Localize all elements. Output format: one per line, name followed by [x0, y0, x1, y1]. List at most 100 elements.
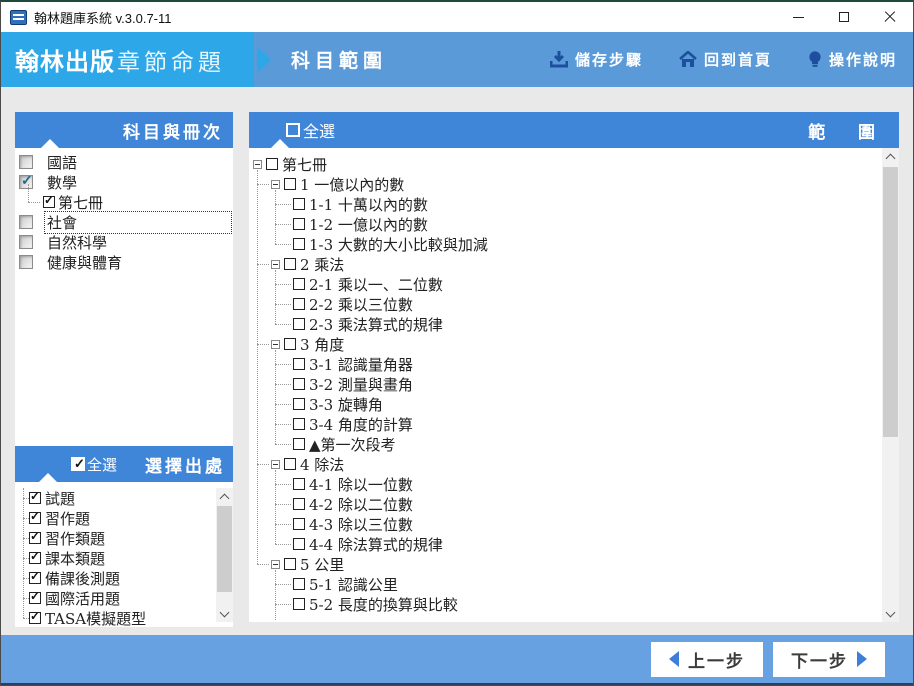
- tree-row-chapter[interactable]: 5 公里: [249, 554, 899, 574]
- close-button[interactable]: [867, 2, 913, 32]
- collapse-icon[interactable]: [271, 259, 280, 269]
- tree-row-section[interactable]: 5-2 長度的換算與比較: [249, 594, 899, 614]
- source-checkbox-checked[interactable]: [29, 489, 41, 504]
- save-steps-label: 儲存步驟: [574, 52, 643, 69]
- tree-row-chapter[interactable]: 3 角度: [249, 334, 899, 354]
- subject-row-social[interactable]: 社會: [19, 210, 233, 234]
- tree-checkbox[interactable]: [266, 158, 278, 170]
- tree-row-section[interactable]: 4-4 除法算式的規律: [249, 534, 899, 554]
- previous-step-button[interactable]: 上一步: [651, 641, 763, 677]
- tree-checkbox[interactable]: [293, 418, 305, 430]
- tree-checkbox[interactable]: [293, 598, 305, 610]
- tree-row-section[interactable]: 2-1 乘以一、二位數: [249, 274, 899, 294]
- collapse-icon[interactable]: [271, 559, 280, 569]
- source-row[interactable]: 習作題: [15, 508, 233, 528]
- source-checkbox-checked[interactable]: [29, 609, 41, 624]
- tree-row-section[interactable]: 2-3 乘法算式的規律: [249, 314, 899, 334]
- tree-row-volume[interactable]: 第七冊: [249, 154, 899, 174]
- subject-row-math[interactable]: 數學: [19, 172, 233, 192]
- source-row[interactable]: 課本類題: [15, 548, 233, 568]
- source-row[interactable]: 試題: [15, 488, 233, 508]
- subject-row-guoyu[interactable]: 國語: [19, 152, 233, 172]
- source-checkbox-checked[interactable]: [29, 529, 41, 544]
- tree-row-chapter[interactable]: 4 除法: [249, 454, 899, 474]
- tree-row-section[interactable]: 3-1 認識量角器: [249, 354, 899, 374]
- home-button[interactable]: 回到首頁: [679, 49, 772, 70]
- tree-checkbox[interactable]: [284, 258, 296, 270]
- tree-checkbox[interactable]: [293, 278, 305, 290]
- tree-row-section[interactable]: 3-2 測量與畫角: [249, 374, 899, 394]
- tree-checkbox[interactable]: [284, 558, 296, 570]
- tree-checkbox[interactable]: [293, 358, 305, 370]
- tree-checkbox[interactable]: [293, 378, 305, 390]
- volume-checkbox-checked[interactable]: [43, 193, 55, 208]
- tree-row-section[interactable]: 3-3 旋轉角: [249, 394, 899, 414]
- tree-row-section[interactable]: 1-2 一億以內的數: [249, 214, 899, 234]
- source-checkbox-checked[interactable]: [29, 589, 41, 604]
- tree-checkbox[interactable]: [284, 338, 296, 350]
- source-row[interactable]: 備課後測題: [15, 568, 233, 588]
- scroll-up-button[interactable]: [882, 148, 899, 165]
- scrollbar-thumb[interactable]: [883, 167, 898, 437]
- tree-row-section[interactable]: 5-1 認識公里: [249, 574, 899, 594]
- tree-row-section[interactable]: 4-2 除以二位數: [249, 494, 899, 514]
- subject-row-science[interactable]: 自然科學: [19, 232, 233, 252]
- source-row[interactable]: 習作類題: [15, 528, 233, 548]
- collapse-icon[interactable]: [271, 179, 280, 189]
- scrollbar-thumb[interactable]: [217, 506, 232, 592]
- tree-checkbox[interactable]: [293, 238, 305, 250]
- volume-row-book7[interactable]: 第七冊: [19, 184, 233, 212]
- tree-row-section[interactable]: 1-1 十萬以內的數: [249, 194, 899, 214]
- subject-row-health-pe[interactable]: 健康與體育: [19, 252, 233, 272]
- tree-row-section[interactable]: 4-1 除以一位數: [249, 474, 899, 494]
- tree-checkbox[interactable]: [293, 218, 305, 230]
- subject-checkbox[interactable]: [19, 155, 33, 169]
- tree-row-section[interactable]: 4-3 除以三位數: [249, 514, 899, 534]
- source-row[interactable]: TASA模擬題型: [15, 608, 233, 627]
- tree-checkbox[interactable]: [293, 518, 305, 530]
- sources-scrollbar[interactable]: [216, 488, 233, 622]
- tree-checkbox[interactable]: [293, 298, 305, 310]
- tree-checkbox[interactable]: [293, 478, 305, 490]
- tree-checkbox[interactable]: [293, 578, 305, 590]
- tree-checkbox[interactable]: [284, 458, 296, 470]
- sources-select-all-checkbox[interactable]: [71, 456, 85, 472]
- subject-checkbox-checked[interactable]: [19, 173, 33, 189]
- source-checkbox-checked[interactable]: [29, 569, 41, 584]
- scope-panel-title: 範 圍: [808, 122, 889, 142]
- help-button[interactable]: 操作說明: [808, 49, 897, 70]
- scroll-down-button[interactable]: [882, 605, 899, 622]
- source-row[interactable]: 國際活用題: [15, 588, 233, 608]
- collapse-icon[interactable]: [271, 339, 280, 349]
- scroll-up-button[interactable]: [216, 488, 233, 505]
- tree-row-section[interactable]: 2-2 乘以三位數: [249, 294, 899, 314]
- collapse-icon[interactable]: [253, 159, 262, 169]
- tree-checkbox[interactable]: [293, 198, 305, 210]
- tree-checkbox[interactable]: [284, 178, 296, 190]
- maximize-button[interactable]: [821, 2, 867, 32]
- tree-label: 1 一億以內的數: [300, 175, 405, 194]
- tree-row-section[interactable]: 1-3 大數的大小比較與加減: [249, 234, 899, 254]
- tree-checkbox[interactable]: [293, 318, 305, 330]
- minimize-button[interactable]: [775, 2, 821, 32]
- tree-label: 2-3 乘法算式的規律: [309, 315, 443, 334]
- next-step-button[interactable]: 下一步: [773, 641, 885, 677]
- tree-row-chapter[interactable]: 2 乘法: [249, 254, 899, 274]
- source-checkbox-checked[interactable]: [29, 549, 41, 564]
- tree-row-chapter[interactable]: 1 一億以內的數: [249, 174, 899, 194]
- save-steps-button[interactable]: 儲存步驟: [549, 49, 643, 70]
- scroll-down-button[interactable]: [216, 605, 233, 622]
- tree-checkbox[interactable]: [293, 398, 305, 410]
- tree-row-exam[interactable]: ▲第一次段考: [249, 434, 899, 454]
- subject-checkbox[interactable]: [19, 255, 33, 269]
- scope-scrollbar[interactable]: [882, 148, 899, 622]
- tree-row-section[interactable]: 3-4 角度的計算: [249, 414, 899, 434]
- source-checkbox-checked[interactable]: [29, 509, 41, 524]
- collapse-icon[interactable]: [271, 459, 280, 469]
- subject-checkbox[interactable]: [19, 235, 33, 249]
- tree-checkbox[interactable]: [293, 438, 305, 450]
- subject-checkbox[interactable]: [19, 215, 33, 229]
- tree-checkbox[interactable]: [293, 538, 305, 550]
- tree-checkbox[interactable]: [293, 498, 305, 510]
- scope-select-all-checkbox[interactable]: [286, 123, 300, 137]
